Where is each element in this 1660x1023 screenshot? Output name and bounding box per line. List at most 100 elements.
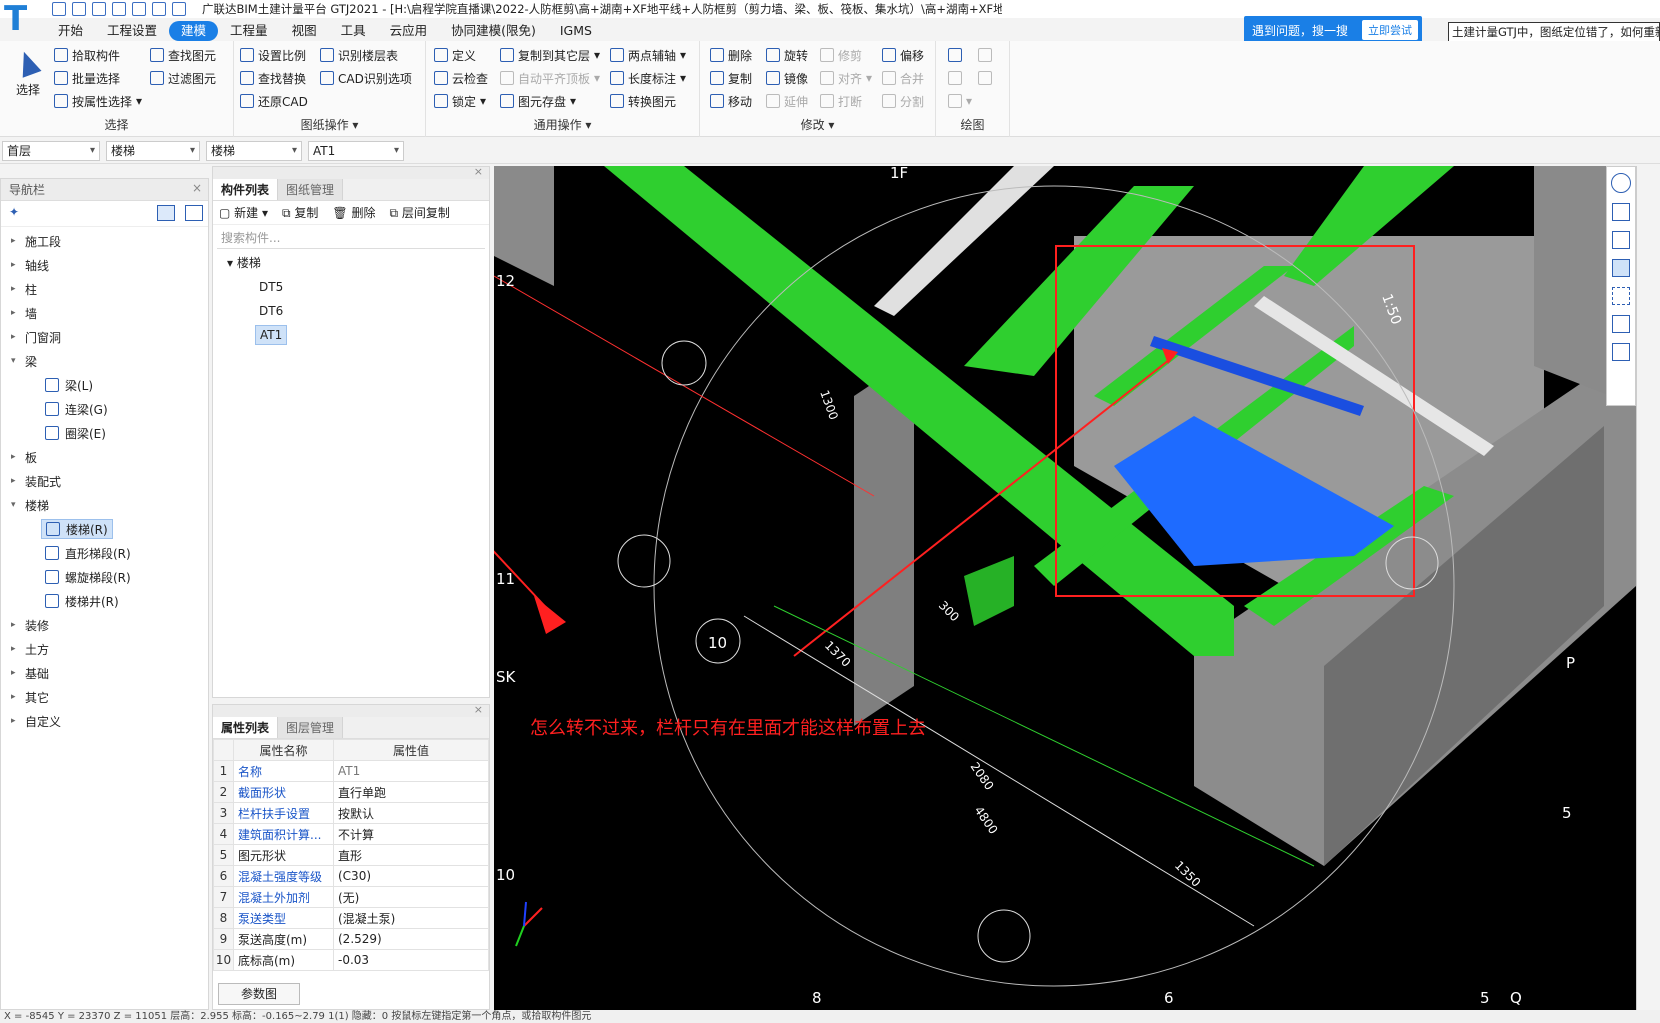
find-replace-button[interactable]: 查找替换	[240, 68, 306, 88]
copy-to-floor-button[interactable]: 复制到其它层 ▾	[500, 45, 600, 65]
find-element-button[interactable]: 查找图元	[150, 45, 216, 65]
table-row[interactable]: 9 泵送高度(m) (2.529)	[213, 928, 489, 950]
extend-button[interactable]: 延伸	[766, 91, 808, 111]
close-icon[interactable]: ×	[474, 165, 483, 178]
zoom-extents-icon[interactable]	[1612, 287, 1630, 305]
table-row[interactable]: 6 混凝土强度等级 (C30)	[213, 865, 489, 887]
cad-options-button[interactable]: CAD识别选项	[320, 68, 412, 88]
nav-item-axis[interactable]: ▸ 轴线	[11, 255, 49, 275]
model-viewport[interactable]: 1F 12 11 SK 10 10 8 6 5 5 Q P 1300 1370 …	[494, 166, 1636, 1010]
pin-icon[interactable]: ✦	[9, 205, 19, 219]
cloud-check-button[interactable]: 云检查	[434, 68, 488, 88]
grid-icon[interactable]	[152, 2, 166, 16]
length-dimension-button[interactable]: 长度标注 ▾	[610, 68, 686, 88]
nav-item-foundation[interactable]: ▸ 基础	[11, 663, 49, 683]
nav-sub-ring-beam[interactable]: 圈梁(E)	[41, 423, 110, 443]
menu-project-settings[interactable]: 工程设置	[95, 21, 169, 41]
nav-item-earthwork[interactable]: ▸ 土方	[11, 639, 49, 659]
display-settings-icon[interactable]	[1612, 315, 1630, 333]
new-component-button[interactable]: ▢ 新建 ▾	[219, 204, 268, 221]
help-search-input[interactable]: 土建计量GTJ中，图纸定位错了，如何重新	[1448, 22, 1660, 42]
rotate-point-button[interactable]	[978, 45, 992, 65]
identify-floor-table-button[interactable]: 识别楼层表	[320, 45, 398, 65]
nav-item-beam[interactable]: ▾ 梁	[11, 351, 37, 371]
menu-modeling[interactable]: 建模	[169, 21, 219, 41]
table-row[interactable]: 1 名称 AT1	[213, 760, 489, 782]
table-row[interactable]: 7 混凝土外加剂 (无)	[213, 886, 489, 908]
lock-button[interactable]: 锁定 ▾	[434, 91, 486, 111]
nav-sub-straight-flight[interactable]: 直形梯段(R)	[41, 543, 135, 563]
component-item-dt6[interactable]: DT6	[255, 301, 287, 321]
nav-sub-coupling-beam[interactable]: 连梁(G)	[41, 399, 112, 419]
nav-item-wall[interactable]: ▸ 墙	[11, 303, 37, 323]
batch-select-button[interactable]: 批量选择	[54, 68, 120, 88]
table-row[interactable]: 3 栏杆扶手设置 按默认	[213, 802, 489, 824]
nav-item-prefab[interactable]: ▸ 装配式	[11, 471, 61, 491]
table-row[interactable]: 2 截面形状 直行单跑	[213, 781, 489, 803]
nav-item-stair[interactable]: ▾ 楼梯	[11, 495, 49, 515]
undo-icon[interactable]	[112, 2, 126, 16]
menu-quantities[interactable]: 工程量	[218, 21, 280, 41]
rect-draw-button[interactable]	[978, 68, 992, 88]
new-file-icon[interactable]	[52, 2, 66, 16]
tab-component-list[interactable]: 构件列表	[213, 179, 279, 200]
component-group-stair[interactable]: ▾ 楼梯	[223, 253, 265, 273]
line-draw-button[interactable]	[948, 68, 962, 88]
delete-button[interactable]: 删除	[710, 45, 752, 65]
define-button[interactable]: 定义	[434, 45, 476, 65]
nav-sub-stair-well[interactable]: 楼梯井(R)	[41, 591, 123, 611]
convert-element-button[interactable]: 转换图元	[610, 91, 676, 111]
properties-icon[interactable]	[1612, 343, 1630, 361]
detail-view-icon[interactable]	[185, 205, 203, 221]
floor-select[interactable]: 首层	[2, 141, 100, 161]
rotate-button[interactable]: 旋转	[766, 45, 808, 65]
save-icon[interactable]	[92, 2, 106, 16]
nav-item-custom[interactable]: ▸ 自定义	[11, 711, 61, 731]
viewport-canvas[interactable]: 1F 12 11 SK 10 10 8 6 5 5 Q P 1300 1370 …	[494, 166, 1636, 1010]
menu-tools[interactable]: 工具	[329, 21, 378, 41]
redo-icon[interactable]	[132, 2, 146, 16]
menu-view[interactable]: 视图	[280, 21, 329, 41]
nav-item-opening[interactable]: ▸ 门窗洞	[11, 327, 61, 347]
nav-sub-beam-l[interactable]: 梁(L)	[41, 375, 97, 395]
nav-sub-stair-r[interactable]: 楼梯(R)	[41, 519, 113, 539]
try-now-button[interactable]: 立即尝试	[1362, 20, 1419, 40]
nav-item-segment[interactable]: ▸ 施工段	[11, 231, 61, 251]
close-icon[interactable]: ×	[192, 181, 202, 195]
table-row[interactable]: 10 底标高(m) -0.03	[213, 949, 489, 971]
set-scale-button[interactable]: 设置比例	[240, 45, 306, 65]
arc-draw-button[interactable]: ▾	[948, 91, 972, 111]
nav-item-decoration[interactable]: ▸ 装修	[11, 615, 49, 635]
open-file-icon[interactable]	[72, 2, 86, 16]
mirror-button[interactable]: 镜像	[766, 68, 808, 88]
two-point-axis-button[interactable]: 两点辅轴 ▾	[610, 45, 686, 65]
nav-item-other[interactable]: ▸ 其它	[11, 687, 49, 707]
menu-igms[interactable]: IGMS	[548, 21, 604, 41]
copy-component-button[interactable]: ⧉ 复制	[282, 204, 318, 221]
tab-property-list[interactable]: 属性列表	[213, 717, 279, 738]
type-select[interactable]: 楼梯	[206, 141, 302, 161]
component-item-dt5[interactable]: DT5	[255, 277, 287, 297]
break-button[interactable]: 打断	[820, 91, 862, 111]
table-row[interactable]: 4 建筑面积计算... 不计算	[213, 823, 489, 845]
align-button[interactable]: 对齐 ▾	[820, 68, 872, 88]
delete-component-button[interactable]: 🗑 删除	[332, 204, 375, 221]
component-search-input[interactable]: 搜索构件...	[217, 227, 485, 249]
copy-between-floors-button[interactable]: ⧉ 层间复制	[390, 204, 450, 221]
table-row[interactable]: 8 泵送类型 (混凝土泵)	[213, 907, 489, 929]
save-element-button[interactable]: 图元存盘 ▾	[500, 91, 576, 111]
select-tool-button[interactable]: 选择	[8, 47, 48, 98]
list-view-icon[interactable]	[157, 205, 175, 221]
app-logo-icon[interactable]: T	[4, 2, 44, 36]
menu-cloud[interactable]: 云应用	[378, 21, 440, 41]
auto-align-top-button[interactable]: 自动平齐顶板 ▾	[500, 68, 600, 88]
menu-start[interactable]: 开始	[46, 21, 95, 41]
copy-button[interactable]: 复制	[710, 68, 752, 88]
tab-layer-management[interactable]: 图层管理	[278, 717, 344, 738]
close-icon[interactable]: ×	[474, 703, 483, 716]
merge-button[interactable]: 合并	[882, 68, 924, 88]
view-2d-icon[interactable]	[1612, 203, 1630, 221]
component-item-at1[interactable]: AT1	[255, 325, 288, 345]
tab-drawing-management[interactable]: 图纸管理	[278, 179, 344, 200]
nav-sub-spiral-flight[interactable]: 螺旋梯段(R)	[41, 567, 135, 587]
